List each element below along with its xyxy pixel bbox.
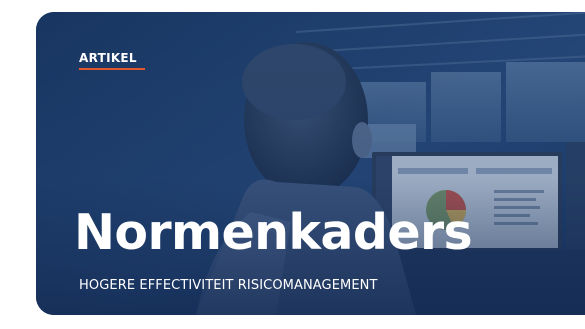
article-title[interactable]: Normenkaders <box>74 204 473 261</box>
article-card[interactable]: ARTIKEL Normenkaders HOGERE EFFECTIVITEI… <box>36 12 585 315</box>
article-subtitle: HOGERE EFFECTIVITEIT RISICOMANAGEMENT <box>79 278 378 293</box>
category-underline <box>79 68 145 70</box>
category-label: ARTIKEL <box>79 51 137 65</box>
